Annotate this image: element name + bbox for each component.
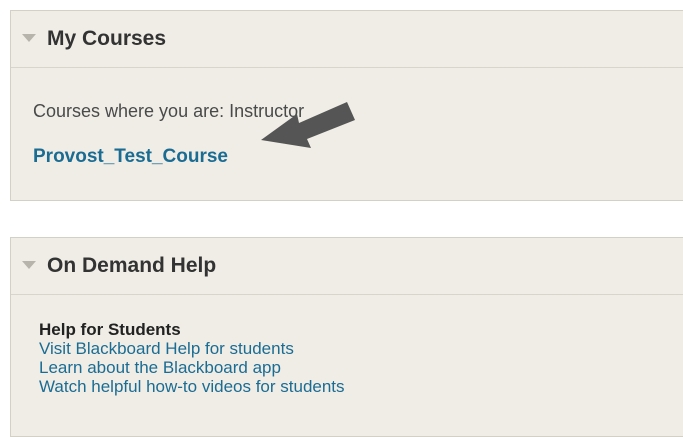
help-link-visit-help[interactable]: Visit Blackboard Help for students xyxy=(39,339,345,358)
help-heading: Help for Students xyxy=(39,320,181,339)
my-courses-header[interactable]: My Courses xyxy=(11,11,683,68)
my-courses-title: My Courses xyxy=(47,27,167,50)
course-link-provost-test[interactable]: Provost_Test_Course xyxy=(33,146,228,168)
on-demand-help-title: On Demand Help xyxy=(47,254,217,277)
on-demand-help-header[interactable]: On Demand Help xyxy=(11,238,683,295)
triangle-down-icon[interactable] xyxy=(22,261,36,269)
help-link-learn-app[interactable]: Learn about the Blackboard app xyxy=(39,358,345,377)
help-list: Help for Students Visit Blackboard Help … xyxy=(39,320,345,396)
help-link-watch-videos[interactable]: Watch helpful how-to videos for students xyxy=(39,377,345,396)
on-demand-help-module: On Demand Help Help for Students Visit B… xyxy=(10,237,683,437)
arrow-left-icon xyxy=(261,102,355,148)
triangle-down-icon[interactable] xyxy=(22,34,36,42)
